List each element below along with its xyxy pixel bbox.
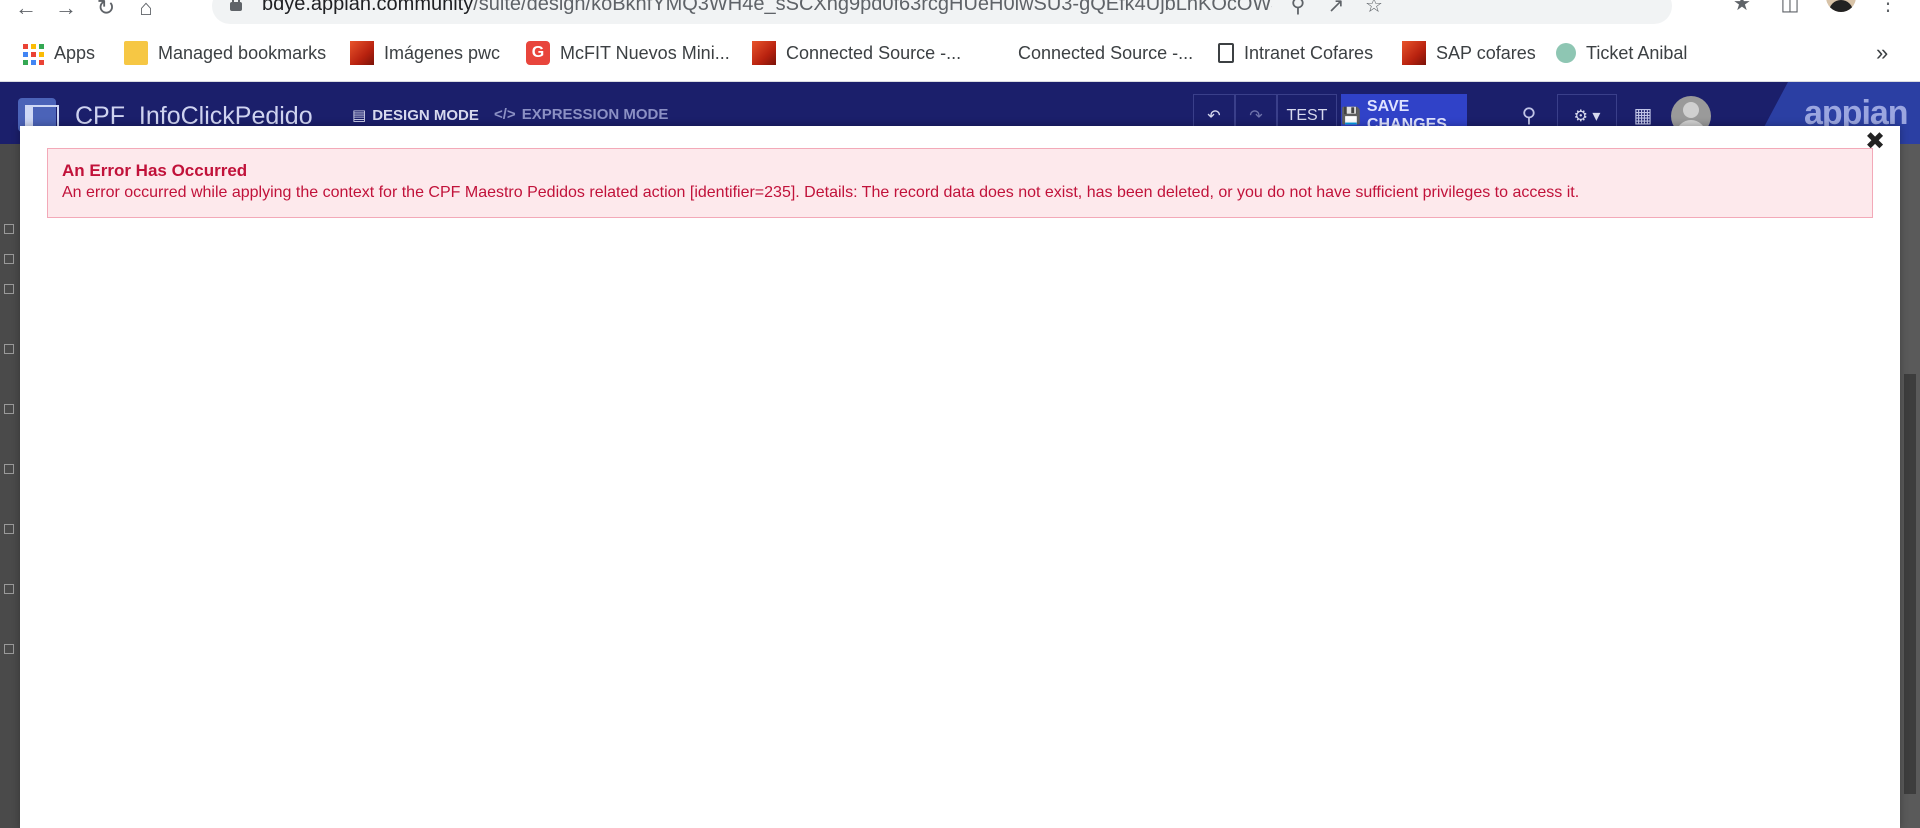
extensions-icon[interactable]: ★ [1728, 0, 1756, 18]
folder-icon [124, 41, 148, 65]
star-icon[interactable]: ☆ [1362, 0, 1386, 18]
lock-icon[interactable] [230, 0, 242, 11]
document-icon [1218, 43, 1234, 63]
bookmark-mcfit[interactable]: G McFIT Nuevos Mini... [526, 40, 730, 66]
pwc-icon [1402, 41, 1426, 65]
menu-dots-icon[interactable]: ⋮ [1874, 0, 1902, 18]
bookmark-connected-source-2[interactable]: Connected Source -... [984, 40, 1193, 66]
bookmark-apps[interactable]: Apps [20, 40, 95, 66]
back-arrow-icon[interactable]: ← [14, 0, 38, 20]
error-title: An Error Has Occurred [62, 161, 248, 180]
home-icon[interactable]: ⌂ [134, 0, 158, 20]
gear-icon: ⚙ ▾ [1573, 108, 1601, 125]
profile-avatar[interactable] [1826, 0, 1856, 12]
address-bar[interactable]: bdye.appian.community/suite/design/koBkh… [212, 0, 1672, 24]
undo-icon: ↶ [1207, 108, 1221, 125]
browser-toolbar: ← → ↻ ⌂ bdye.appian.community/suite/desi… [0, 0, 1920, 24]
side-panel-icon[interactable]: ◫ [1776, 0, 1804, 18]
blank-icon [984, 41, 1008, 65]
bookmark-sap-cofares[interactable]: SAP cofares [1402, 40, 1536, 66]
bookmark-intranet-cofares[interactable]: Intranet Cofares [1214, 40, 1373, 66]
g-logo-icon: G [526, 41, 550, 65]
scrollbar[interactable] [1904, 374, 1916, 794]
redo-icon: ↷ [1249, 108, 1263, 125]
design-mode-icon: ▤ [352, 107, 367, 124]
bookmark-imagenes-pwc[interactable]: Imágenes pwc [350, 40, 500, 66]
save-icon: 💾 [1341, 108, 1361, 125]
left-palette-strip [0, 144, 20, 828]
bookmark-ticket-anibal[interactable]: Ticket Anibal [1556, 40, 1687, 66]
zoom-icon[interactable]: ⚲ [1286, 0, 1310, 18]
code-icon: </> [494, 106, 516, 123]
forward-arrow-icon[interactable]: → [54, 0, 78, 20]
bookmark-managed[interactable]: Managed bookmarks [124, 40, 326, 66]
chevron-right-icon[interactable]: » [1876, 40, 1888, 66]
browser-chrome: ← → ↻ ⌂ bdye.appian.community/suite/desi… [0, 0, 1920, 82]
url-text[interactable]: bdye.appian.community/suite/design/koBkh… [262, 0, 1272, 16]
design-mode-button[interactable]: ▤ DESIGN MODE [352, 106, 479, 125]
error-details: An error occurred while applying the con… [62, 184, 1580, 201]
share-icon[interactable]: ↗ [1324, 0, 1348, 18]
error-message-box: An Error Has Occurred An error occurred … [47, 148, 1873, 218]
bookmark-connected-source-1[interactable]: Connected Source -... [752, 40, 961, 66]
circle-icon [1556, 43, 1576, 63]
error-dialog: ✖ An Error Has Occurred An error occurre… [20, 126, 1900, 828]
reload-icon[interactable]: ↻ [94, 0, 118, 20]
pwc-icon [752, 41, 776, 65]
right-panel-strip [1900, 144, 1920, 828]
expression-mode-button[interactable]: </> EXPRESSION MODE [494, 106, 668, 123]
bookmarks-bar: Apps Managed bookmarks Imágenes pwc G Mc… [0, 38, 1920, 68]
apps-grid-icon [20, 41, 44, 65]
pwc-icon [350, 41, 374, 65]
